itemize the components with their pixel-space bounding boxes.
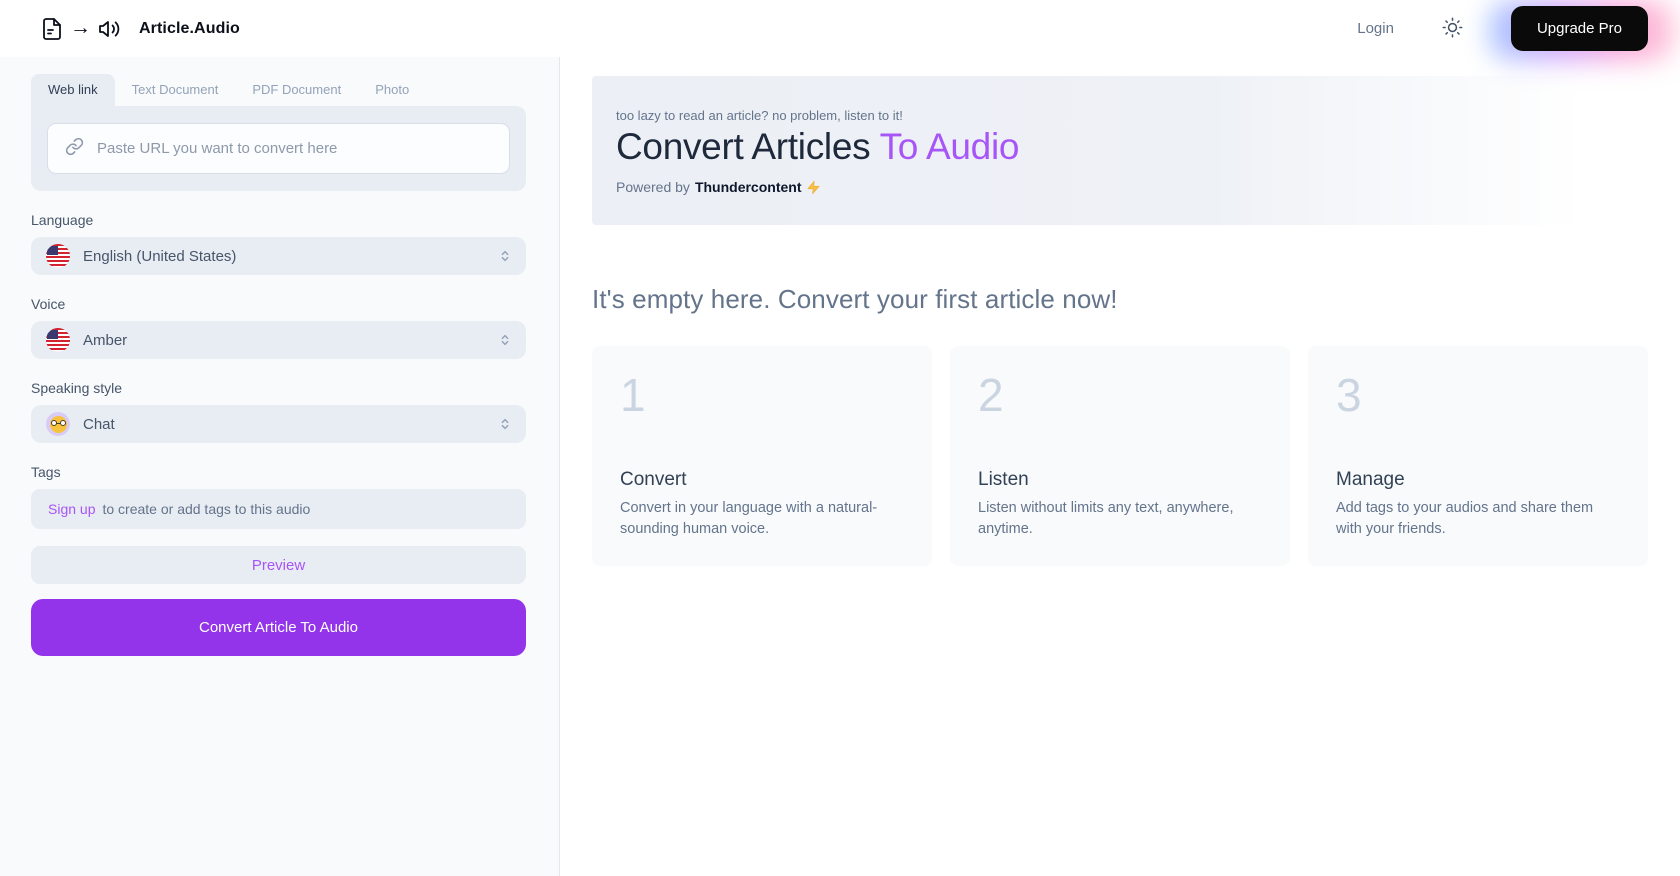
step-title: Listen (978, 469, 1262, 491)
login-link[interactable]: Login (1357, 20, 1394, 37)
chevron-up-down-icon (497, 332, 513, 348)
converter-sidebar: Web link Text Document PDF Document Phot… (0, 57, 560, 876)
step-number: 1 (620, 369, 904, 422)
speaker-icon (97, 17, 121, 41)
step-number: 3 (1336, 369, 1620, 422)
tab-text-document[interactable]: Text Document (115, 74, 236, 106)
empty-state-heading: It's empty here. Convert your first arti… (592, 284, 1648, 315)
main-content: too lazy to read an article? no problem,… (560, 57, 1680, 876)
speaking-style-label: Speaking style (31, 380, 526, 396)
document-icon (40, 17, 64, 41)
tab-web-link[interactable]: Web link (31, 74, 115, 106)
step-number: 2 (978, 369, 1262, 422)
app-logo: → Article.Audio (40, 17, 240, 41)
step-title: Convert (620, 469, 904, 491)
step-card-listen: 2 Listen Listen without limits any text,… (950, 346, 1290, 566)
step-description: Listen without limits any text, anywhere… (978, 498, 1262, 540)
tags-box: Sign up to create or add tags to this au… (31, 489, 526, 529)
voice-label: Voice (31, 296, 526, 312)
tab-photo[interactable]: Photo (358, 74, 426, 106)
us-flag-icon (46, 328, 70, 352)
voice-select[interactable]: Amber (31, 321, 526, 359)
step-description: Convert in your language with a natural-… (620, 498, 904, 540)
nerd-face-emoji-icon (46, 412, 70, 436)
step-card-convert: 1 Convert Convert in your language with … (592, 346, 932, 566)
tab-pdf-document[interactable]: PDF Document (235, 74, 358, 106)
us-flag-icon (46, 244, 70, 268)
hero-title-dark: Convert Articles (616, 126, 870, 167)
arrow-right-icon: → (70, 17, 91, 38)
url-input[interactable] (95, 139, 492, 158)
language-value: English (United States) (83, 248, 236, 265)
hero-title-accent: To Audio (880, 126, 1020, 167)
powered-by-row: Powered by Thundercontent (616, 179, 1560, 195)
theme-toggle-button[interactable] (1438, 13, 1467, 45)
sign-up-link[interactable]: Sign up (48, 501, 95, 517)
hero-title: Convert Articles To Audio (616, 126, 1560, 168)
page-title: Article.Audio (139, 20, 240, 38)
language-label: Language (31, 212, 526, 228)
url-card (31, 106, 526, 191)
sun-icon (1442, 17, 1463, 41)
speaking-style-select[interactable]: Chat (31, 405, 526, 443)
hero-tagline: too lazy to read an article? no problem,… (616, 108, 1560, 123)
link-icon (65, 137, 84, 161)
app-header: → Article.Audio Login Upgrade Pro (0, 0, 1680, 57)
chevron-up-down-icon (497, 248, 513, 264)
voice-value: Amber (83, 332, 127, 349)
preview-button[interactable]: Preview (31, 546, 526, 584)
upgrade-pro-button[interactable]: Upgrade Pro (1511, 6, 1648, 51)
lightning-bolt-icon (806, 180, 821, 195)
chevron-up-down-icon (497, 416, 513, 432)
tags-helper-text: to create or add tags to this audio (102, 501, 310, 517)
tags-label: Tags (31, 464, 526, 480)
step-description: Add tags to your audios and share them w… (1336, 498, 1620, 540)
language-select[interactable]: English (United States) (31, 237, 526, 275)
brand-name: Thundercontent (695, 179, 802, 195)
hero-banner: too lazy to read an article? no problem,… (592, 76, 1584, 225)
step-card-manage: 3 Manage Add tags to your audios and sha… (1308, 346, 1648, 566)
step-title: Manage (1336, 469, 1620, 491)
convert-article-button[interactable]: Convert Article To Audio (31, 599, 526, 656)
source-tabs: Web link Text Document PDF Document Phot… (31, 74, 526, 106)
speaking-style-value: Chat (83, 416, 115, 433)
url-input-wrap (47, 123, 510, 174)
powered-by-prefix: Powered by (616, 179, 690, 195)
step-cards: 1 Convert Convert in your language with … (592, 346, 1648, 566)
